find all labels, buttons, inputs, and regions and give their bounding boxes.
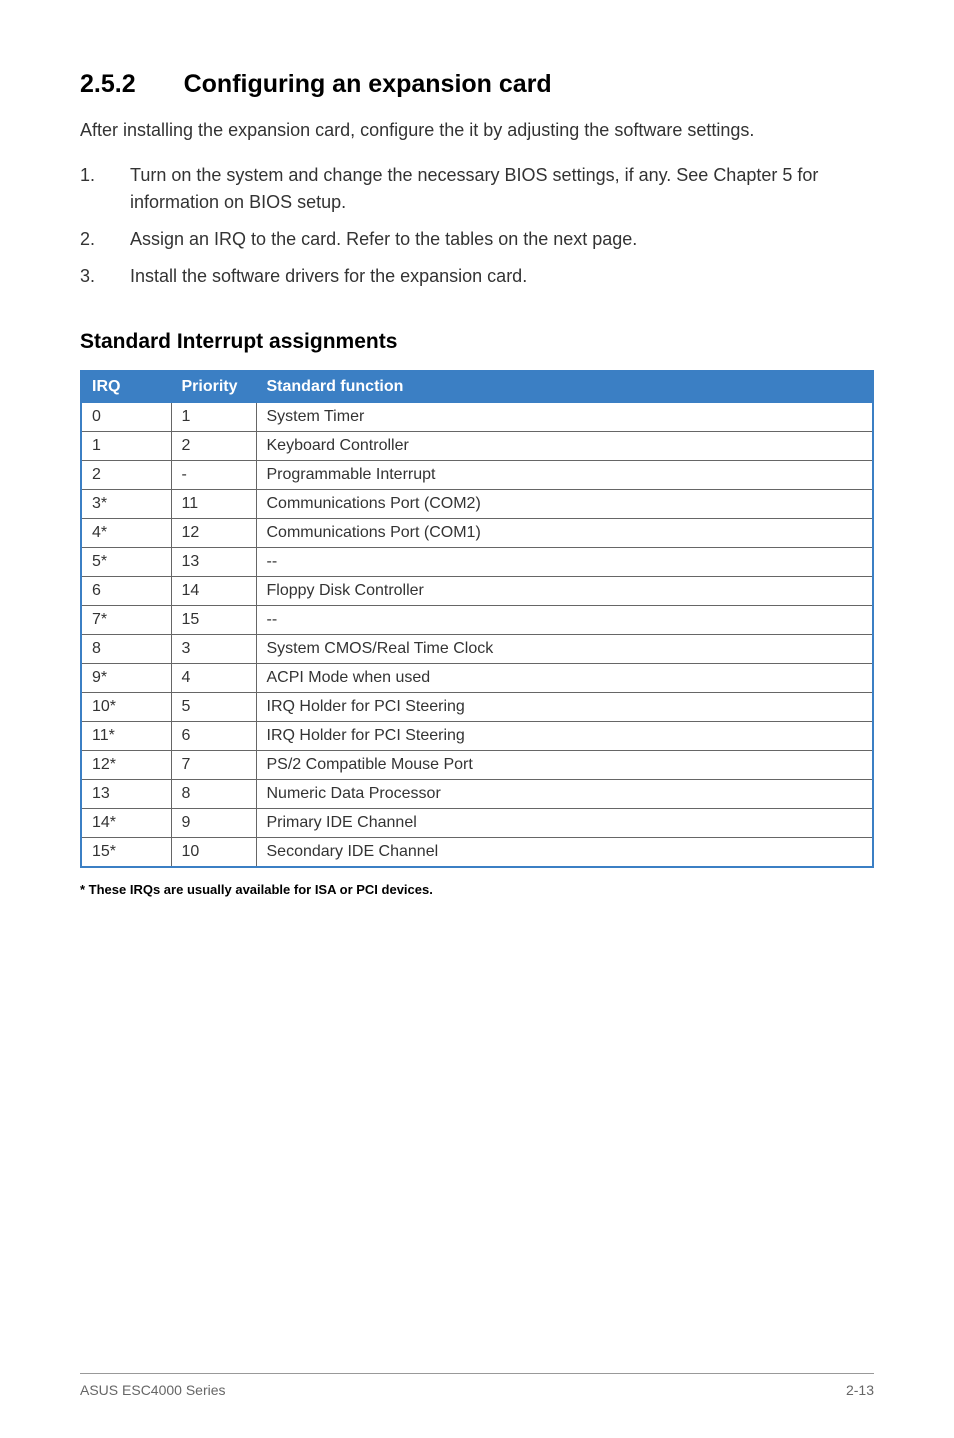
cell-irq: 4*	[81, 519, 171, 548]
cell-irq: 3*	[81, 490, 171, 519]
cell-irq: 2	[81, 461, 171, 490]
step-text: Install the software drivers for the exp…	[130, 266, 527, 286]
step-number: 1.	[80, 162, 95, 189]
cell-priority: 12	[171, 519, 256, 548]
cell-priority: 14	[171, 577, 256, 606]
cell-irq: 10*	[81, 693, 171, 722]
cell-irq: 9*	[81, 664, 171, 693]
cell-function: IRQ Holder for PCI Steering	[256, 693, 873, 722]
cell-irq: 6	[81, 577, 171, 606]
cell-function: PS/2 Compatible Mouse Port	[256, 751, 873, 780]
header-function: Standard function	[256, 371, 873, 403]
cell-function: Primary IDE Channel	[256, 809, 873, 838]
table-row: 10*5IRQ Holder for PCI Steering	[81, 693, 873, 722]
step-item: 2. Assign an IRQ to the card. Refer to t…	[80, 226, 874, 253]
intro-paragraph: After installing the expansion card, con…	[80, 117, 874, 144]
footnote: * These IRQs are usually available for I…	[80, 882, 874, 897]
cell-irq: 13	[81, 780, 171, 809]
header-irq: IRQ	[81, 371, 171, 403]
cell-priority: 15	[171, 606, 256, 635]
cell-priority: 13	[171, 548, 256, 577]
cell-priority: 10	[171, 838, 256, 868]
cell-irq: 14*	[81, 809, 171, 838]
cell-irq: 5*	[81, 548, 171, 577]
header-priority: Priority	[171, 371, 256, 403]
table-row: 7*15--	[81, 606, 873, 635]
cell-priority: 9	[171, 809, 256, 838]
footer-left: ASUS ESC4000 Series	[80, 1382, 226, 1398]
footer-right: 2-13	[846, 1382, 874, 1398]
cell-function: IRQ Holder for PCI Steering	[256, 722, 873, 751]
cell-priority: 6	[171, 722, 256, 751]
cell-function: Floppy Disk Controller	[256, 577, 873, 606]
cell-irq: 11*	[81, 722, 171, 751]
table-row: 138Numeric Data Processor	[81, 780, 873, 809]
table-row: 4*12Communications Port (COM1)	[81, 519, 873, 548]
step-number: 3.	[80, 263, 95, 290]
table-row: 5*13--	[81, 548, 873, 577]
cell-function: Numeric Data Processor	[256, 780, 873, 809]
table-row: 12*7PS/2 Compatible Mouse Port	[81, 751, 873, 780]
cell-irq: 0	[81, 403, 171, 432]
table-row: 83System CMOS/Real Time Clock	[81, 635, 873, 664]
cell-priority: 7	[171, 751, 256, 780]
cell-function: --	[256, 548, 873, 577]
table-row: 614Floppy Disk Controller	[81, 577, 873, 606]
step-text: Turn on the system and change the necess…	[130, 165, 818, 212]
steps-list: 1. Turn on the system and change the nec…	[80, 162, 874, 290]
cell-priority: -	[171, 461, 256, 490]
table-heading: Standard Interrupt assignments	[80, 330, 874, 354]
section-number: 2.5.2	[80, 70, 136, 99]
cell-irq: 12*	[81, 751, 171, 780]
section-heading: 2.5.2 Configuring an expansion card	[80, 70, 874, 99]
cell-priority: 11	[171, 490, 256, 519]
cell-irq: 15*	[81, 838, 171, 868]
cell-function: System Timer	[256, 403, 873, 432]
cell-function: System CMOS/Real Time Clock	[256, 635, 873, 664]
cell-priority: 2	[171, 432, 256, 461]
table-row: 11*6IRQ Holder for PCI Steering	[81, 722, 873, 751]
cell-priority: 4	[171, 664, 256, 693]
cell-function: Programmable Interrupt	[256, 461, 873, 490]
page-footer: ASUS ESC4000 Series 2-13	[80, 1373, 874, 1398]
table-header-row: IRQ Priority Standard function	[81, 371, 873, 403]
step-item: 3. Install the software drivers for the …	[80, 263, 874, 290]
table-row: 9*4ACPI Mode when used	[81, 664, 873, 693]
cell-priority: 3	[171, 635, 256, 664]
table-row: 14*9Primary IDE Channel	[81, 809, 873, 838]
cell-priority: 5	[171, 693, 256, 722]
cell-irq: 1	[81, 432, 171, 461]
table-row: 3*11Communications Port (COM2)	[81, 490, 873, 519]
cell-priority: 8	[171, 780, 256, 809]
cell-priority: 1	[171, 403, 256, 432]
table-row: 01System Timer	[81, 403, 873, 432]
table-row: 12Keyboard Controller	[81, 432, 873, 461]
irq-table: IRQ Priority Standard function 01System …	[80, 370, 874, 868]
section-title: Configuring an expansion card	[184, 70, 552, 98]
step-item: 1. Turn on the system and change the nec…	[80, 162, 874, 216]
table-row: 2-Programmable Interrupt	[81, 461, 873, 490]
step-text: Assign an IRQ to the card. Refer to the …	[130, 229, 637, 249]
table-row: 15*10Secondary IDE Channel	[81, 838, 873, 868]
cell-function: Communications Port (COM2)	[256, 490, 873, 519]
cell-function: Keyboard Controller	[256, 432, 873, 461]
cell-function: ACPI Mode when used	[256, 664, 873, 693]
cell-function: Communications Port (COM1)	[256, 519, 873, 548]
cell-function: Secondary IDE Channel	[256, 838, 873, 868]
step-number: 2.	[80, 226, 95, 253]
cell-irq: 7*	[81, 606, 171, 635]
cell-function: --	[256, 606, 873, 635]
cell-irq: 8	[81, 635, 171, 664]
